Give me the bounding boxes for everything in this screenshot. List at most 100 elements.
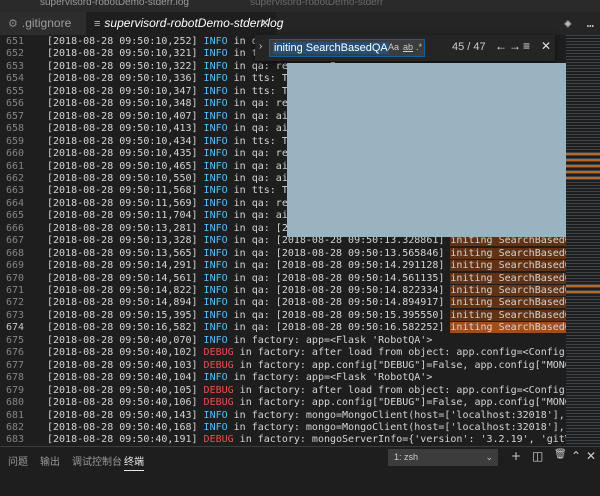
log-timestamp: [2018-08-28 09:50:15,395] xyxy=(47,309,198,321)
log-timestamp: [2018-08-28 09:50:40,191] xyxy=(47,434,198,446)
log-level: INFO xyxy=(203,210,228,222)
log-message: in factory: app.config["DEBUG"]=False, a… xyxy=(239,359,566,371)
toggle-replace-icon[interactable]: › xyxy=(259,41,262,52)
log-timestamp: [2018-08-28 09:50:14,894] xyxy=(47,297,198,309)
tab-terminal[interactable]: 终端 xyxy=(124,453,144,471)
regex-icon[interactable]: .* xyxy=(416,42,422,52)
minimap-match-marker xyxy=(566,171,600,173)
log-timestamp: [2018-08-28 09:50:40,103] xyxy=(47,359,198,371)
minimap-match-marker xyxy=(566,177,600,179)
search-match-highlight: initing SearchBasedQA xyxy=(450,272,566,284)
log-level: DEBUG xyxy=(203,434,234,446)
tab-problems[interactable]: 问题 xyxy=(8,453,28,468)
log-level: INFO xyxy=(203,297,228,309)
log-timestamp: [2018-08-28 09:50:13,281] xyxy=(47,222,198,234)
search-match-highlight: initing SearchBasedQA xyxy=(450,309,566,321)
match-count: 45 / 47 xyxy=(452,41,486,53)
log-message: in qa: [2018-08-28 09:50:13.565846] xyxy=(227,247,451,259)
log-level: INFO xyxy=(203,172,228,184)
log-timestamp: [2018-08-28 09:50:40,070] xyxy=(47,334,198,346)
log-timestamp: [2018-08-28 09:50:10,407] xyxy=(47,110,198,122)
split-editor-icon[interactable]: ◈ xyxy=(564,16,571,30)
add-terminal-icon[interactable]: + xyxy=(511,449,521,463)
log-timestamp: [2018-08-28 09:50:13,565] xyxy=(47,247,198,259)
log-timestamp: [2018-08-28 09:50:14,291] xyxy=(47,260,198,272)
minimap-match-marker xyxy=(566,159,600,161)
log-timestamp: [2018-08-28 09:50:10,348] xyxy=(47,98,198,110)
log-level: INFO xyxy=(203,260,228,272)
close-find-icon[interactable]: ✕ xyxy=(541,39,551,53)
log-level: INFO xyxy=(203,148,228,160)
log-timestamp: [2018-08-28 09:50:11,569] xyxy=(47,197,198,209)
file-lines-icon: ≡ xyxy=(94,18,101,30)
log-message: in factory: after load from object: app.… xyxy=(239,347,565,359)
log-level: DEBUG xyxy=(203,384,234,396)
log-level: DEBUG xyxy=(203,347,234,359)
log-message: in qa: [2018-08-28 09:50:14.822334] xyxy=(227,285,451,296)
find-input[interactable]: initing SearchBasedQA xyxy=(269,39,425,57)
log-level: INFO xyxy=(203,73,228,85)
previous-match-icon[interactable]: ← xyxy=(495,39,507,53)
log-level: INFO xyxy=(203,322,228,334)
log-message: in qa: [2018-08-28 09:50:16.582252] xyxy=(227,322,451,334)
log-level: INFO xyxy=(203,48,228,60)
log-level: INFO xyxy=(203,185,228,197)
log-timestamp: [2018-08-28 09:50:11,568] xyxy=(47,185,198,197)
close-panel-icon[interactable]: ✕ xyxy=(586,449,596,463)
terminal-select-value: 1: zsh xyxy=(394,452,419,462)
log-level: DEBUG xyxy=(203,397,234,409)
minimap-match-marker xyxy=(566,291,600,293)
search-match-highlight: initing SearchBasedQA xyxy=(450,297,566,309)
line-number: 683 xyxy=(5,434,24,446)
find-in-selection-icon[interactable]: ≡ xyxy=(523,39,530,53)
search-match-highlight: initing SearchBasedQA xyxy=(450,260,566,272)
log-timestamp: [2018-08-28 09:50:40,143] xyxy=(47,409,198,421)
log-timestamp: [2018-08-28 09:50:40,104] xyxy=(47,372,198,384)
log-timestamp: [2018-08-28 09:50:40,168] xyxy=(47,421,198,433)
log-line: 683 [2018-08-28 09:50:40,191] DEBUG in fa… xyxy=(0,433,566,446)
tab-output[interactable]: 输出 xyxy=(40,453,60,468)
log-message: in factory: mongo=MongoClient(host=['loc… xyxy=(233,421,565,433)
chevron-down-icon: ⌄ xyxy=(485,452,493,462)
log-timestamp: [2018-08-28 09:50:10,322] xyxy=(47,60,198,72)
search-match-highlight: initing SearchBasedQA xyxy=(450,322,566,334)
editor-tab-bar: ⚙ .gitignore ≡ supervisord-robotDemo-stder… xyxy=(0,12,600,35)
window-titlebar: supervisord-robotDemo-stderr.log supervi… xyxy=(0,0,600,12)
log-timestamp: [2018-08-28 09:50:14,561] xyxy=(47,272,198,284)
bottom-panel: 问题 输出 调试控制台 终端 1: zsh ⌄ + ◫ 🗑 ⌃ ✕ xyxy=(0,446,600,496)
log-level: INFO xyxy=(203,421,228,433)
tab-debug-console[interactable]: 调试控制台 xyxy=(72,453,122,468)
log-level: INFO xyxy=(203,123,228,135)
gear-icon: ⚙ xyxy=(8,18,18,30)
whole-word-icon[interactable]: ab xyxy=(403,42,413,52)
maximize-panel-icon[interactable]: ⌃ xyxy=(571,449,581,463)
log-level: DEBUG xyxy=(203,359,234,371)
terminal-select[interactable]: 1: zsh ⌄ xyxy=(388,449,498,466)
tab-stderr-log[interactable]: ≡ supervisord-robotDemo-stderr.log ✕ xyxy=(86,12,283,35)
next-match-icon[interactable]: → xyxy=(509,39,521,53)
match-case-icon[interactable]: Aa xyxy=(388,42,399,52)
search-match-highlight: initing SearchBasedQA xyxy=(450,285,566,296)
minimap-match-marker xyxy=(566,285,600,287)
log-timestamp: [2018-08-28 09:50:40,106] xyxy=(47,397,198,409)
log-timestamp: [2018-08-28 09:50:10,347] xyxy=(47,85,198,97)
close-tab-icon[interactable]: ✕ xyxy=(260,12,270,35)
log-level: INFO xyxy=(203,247,228,259)
tab-gitignore[interactable]: ⚙ .gitignore xyxy=(0,12,86,35)
log-message: in factory: mongoServerInfo={'version': … xyxy=(239,434,566,446)
trash-icon[interactable]: 🗑 xyxy=(554,449,567,460)
log-level: INFO xyxy=(203,272,228,284)
log-message: in qa: [2018-08-28 09:50:15.395550] xyxy=(227,309,451,321)
log-timestamp: [2018-08-28 09:50:10,465] xyxy=(47,160,198,172)
more-actions-icon[interactable]: … xyxy=(587,16,594,30)
log-message: in factory: app=<Flask 'RobotQA'> xyxy=(227,372,433,384)
minimap[interactable] xyxy=(566,35,600,446)
search-match-highlight: initing SearchBasedQA xyxy=(450,247,566,259)
log-timestamp: [2018-08-28 09:50:10,252] xyxy=(47,36,198,47)
log-message: in factory: app=<Flask 'RobotQA'> xyxy=(227,334,433,346)
log-timestamp: [2018-08-28 09:50:11,704] xyxy=(47,210,198,222)
log-message: in qa: [2018-08-28 09:50:14.291128] xyxy=(227,260,451,272)
split-terminal-icon[interactable]: ◫ xyxy=(532,449,543,463)
log-level: INFO xyxy=(203,372,228,384)
log-level: INFO xyxy=(203,222,228,234)
